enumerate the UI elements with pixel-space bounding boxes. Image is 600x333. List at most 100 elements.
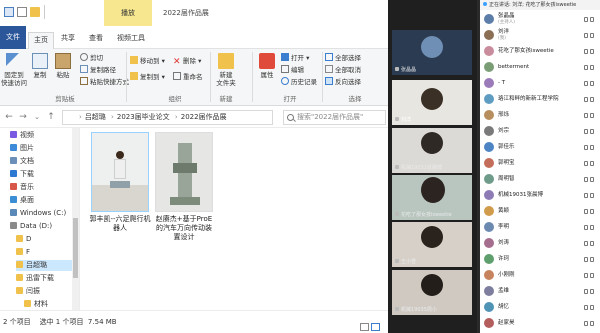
video-tile[interactable]: 机械19031张晨博 bbox=[392, 128, 472, 173]
search-input[interactable]: 搜索"2022届作品展" bbox=[283, 110, 386, 125]
nav-item-downloads[interactable]: 下载 bbox=[10, 169, 34, 180]
select-none-button[interactable]: 全部取消 bbox=[325, 65, 361, 76]
participant-row[interactable]: 张晶晶 (主持人) bbox=[480, 12, 600, 26]
quick-access-new-folder-icon[interactable] bbox=[30, 7, 40, 17]
copy-path-icon bbox=[80, 65, 88, 73]
participant-row[interactable]: 花吃了那女孩isweetie bbox=[480, 44, 600, 58]
participant-row[interactable]: 刘涛 bbox=[480, 236, 600, 250]
nav-item-folder-yanzhen[interactable]: 闫振 bbox=[16, 286, 40, 297]
move-to-button[interactable]: 移动到 ▾ bbox=[130, 56, 165, 67]
invert-selection-button[interactable]: 反向选择 bbox=[325, 77, 361, 88]
video-tile[interactable]: 机械19035周小 bbox=[392, 270, 472, 315]
video-tile[interactable]: 王小雪 bbox=[392, 222, 472, 267]
video-tile[interactable]: 刘洋 bbox=[392, 80, 472, 125]
participant-row[interactable]: 胡忆 bbox=[480, 300, 600, 314]
videos-icon bbox=[10, 131, 17, 138]
nav-scrollbar[interactable] bbox=[72, 128, 79, 310]
participant-row[interactable]: 李明 bbox=[480, 220, 600, 234]
nav-item-folder-f[interactable]: F bbox=[16, 247, 30, 258]
back-icon[interactable]: ← bbox=[3, 110, 15, 124]
breadcrumb-item[interactable]: 吕超璐 bbox=[85, 113, 106, 121]
participant-row[interactable]: 许珂 bbox=[480, 252, 600, 266]
participant-row[interactable]: 赵家昊 bbox=[480, 316, 600, 330]
tab-share[interactable]: 共享 bbox=[61, 31, 75, 45]
microphone-icon bbox=[584, 65, 588, 70]
file-item[interactable]: 赵赓杰+基于ProE的汽车万向传动装置设计 bbox=[153, 132, 215, 242]
camera-icon bbox=[590, 321, 594, 326]
video-tile[interactable]: 花吃了那女孩isweetie bbox=[392, 175, 472, 220]
participant-row[interactable]: betterment bbox=[480, 60, 600, 74]
participant-row[interactable]: 机械19031张晨博 bbox=[480, 188, 600, 202]
nav-item-drive-c[interactable]: Windows (C:) bbox=[10, 208, 66, 219]
nav-item-drive-d[interactable]: Data (D:) bbox=[10, 221, 52, 232]
participant-row[interactable]: 邢烁 bbox=[480, 108, 600, 122]
nav-item-desktop[interactable]: 桌面 bbox=[10, 195, 34, 206]
participant-row[interactable]: - T bbox=[480, 76, 600, 90]
select-none-label: 全部取消 bbox=[335, 66, 361, 74]
select-all-button[interactable]: 全部选择 bbox=[325, 53, 361, 64]
tab-file[interactable]: 文件 bbox=[0, 26, 26, 49]
details-view-icon[interactable] bbox=[360, 323, 369, 331]
nav-item-documents[interactable]: 文档 bbox=[10, 156, 34, 167]
forward-icon[interactable]: → bbox=[17, 110, 29, 124]
breadcrumb-item[interactable]: 2022届作品展 bbox=[181, 113, 227, 121]
tab-view[interactable]: 查看 bbox=[89, 31, 103, 45]
quick-access-properties-icon[interactable] bbox=[17, 7, 27, 17]
paste-shortcut-icon bbox=[80, 77, 88, 85]
participant-row[interactable]: 刘宗 bbox=[480, 124, 600, 138]
scrollbar-thumb[interactable] bbox=[73, 218, 78, 278]
pin-quick-access-button[interactable]: 固定到 快速访问 bbox=[1, 53, 27, 87]
participant-row[interactable]: 刘洋 (我) bbox=[480, 28, 600, 42]
participant-row[interactable]: 珞江和畔的新新工程学院 bbox=[480, 92, 600, 106]
participant-status bbox=[582, 256, 596, 262]
history-icon bbox=[281, 77, 289, 85]
tab-home[interactable]: 主页 bbox=[28, 32, 54, 49]
participant-row[interactable]: 小刚刚 bbox=[480, 268, 600, 282]
video-tile[interactable]: 张晶晶 bbox=[392, 30, 472, 75]
participant-row[interactable]: 周明智 bbox=[480, 172, 600, 186]
microphone-icon bbox=[584, 161, 588, 166]
copy-to-button[interactable]: 复制到 ▾ bbox=[130, 72, 165, 83]
properties-button[interactable]: 属性 bbox=[254, 53, 280, 79]
nav-item-folder-cailiao[interactable]: 材料 bbox=[24, 299, 48, 310]
participant-row[interactable]: 孟维 bbox=[480, 284, 600, 298]
drive-icon bbox=[10, 222, 17, 229]
cut-button[interactable]: 剪切 bbox=[80, 53, 103, 64]
nav-item-folder-lvchaolu[interactable]: 吕超璐 bbox=[16, 260, 72, 271]
history-button[interactable]: 历史记录 bbox=[281, 77, 317, 88]
delete-label: 删除 bbox=[183, 57, 196, 65]
file-item[interactable]: 郭丰凯--六足爬行机器人 bbox=[89, 132, 151, 233]
delete-icon: ✕ bbox=[173, 57, 181, 67]
camera-icon bbox=[590, 177, 594, 182]
nav-label: 音乐 bbox=[20, 183, 34, 191]
paste-button[interactable]: 粘贴 bbox=[50, 53, 76, 79]
nav-item-music[interactable]: 音乐 bbox=[10, 182, 34, 193]
tab-play[interactable]: 播放 bbox=[104, 0, 152, 26]
paste-shortcut-button[interactable]: 粘贴快捷方式 bbox=[80, 77, 129, 88]
microphone-icon bbox=[584, 257, 588, 262]
address-bar[interactable]: › 吕超璐 › 2023届毕业论文 › 2022届作品展 bbox=[62, 110, 273, 125]
new-folder-button[interactable]: 新建 文件夹 bbox=[212, 53, 240, 87]
edit-icon bbox=[281, 65, 289, 73]
tab-video-tools[interactable]: 视频工具 bbox=[117, 31, 145, 45]
desktop: 播放 2022届作品展 文件 主页 共享 查看 视频工具 固定到 快速访问 复制… bbox=[0, 0, 600, 333]
new-group-label: 新建 bbox=[219, 95, 233, 103]
up-icon[interactable]: ↑ bbox=[45, 110, 57, 124]
large-icons-view-icon[interactable] bbox=[371, 323, 380, 331]
nav-item-videos[interactable]: 视频 bbox=[10, 130, 34, 141]
breadcrumb-item[interactable]: 2023届毕业论文 bbox=[117, 113, 170, 121]
nav-item-pictures[interactable]: 图片 bbox=[10, 143, 34, 154]
rename-button[interactable]: 重命名 bbox=[173, 72, 203, 83]
recent-locations-icon[interactable]: ⌄ bbox=[31, 110, 43, 124]
participant-row[interactable]: 黄颖 bbox=[480, 204, 600, 218]
quick-access-save-icon[interactable] bbox=[4, 7, 14, 17]
edit-button[interactable]: 编辑 bbox=[281, 65, 304, 76]
delete-button[interactable]: ✕ 删除 ▾ bbox=[173, 56, 201, 67]
participant-row[interactable]: 郭佳乐 bbox=[480, 140, 600, 154]
open-button[interactable]: 打开 ▾ bbox=[281, 53, 309, 64]
copy-path-button[interactable]: 复制路径 bbox=[80, 65, 116, 76]
nav-item-folder-d[interactable]: D bbox=[16, 234, 31, 245]
participant-row[interactable]: 郭明宝 bbox=[480, 156, 600, 170]
avatar bbox=[484, 174, 494, 184]
nav-item-folder-xunlei[interactable]: 迅雷下载 bbox=[16, 273, 54, 284]
